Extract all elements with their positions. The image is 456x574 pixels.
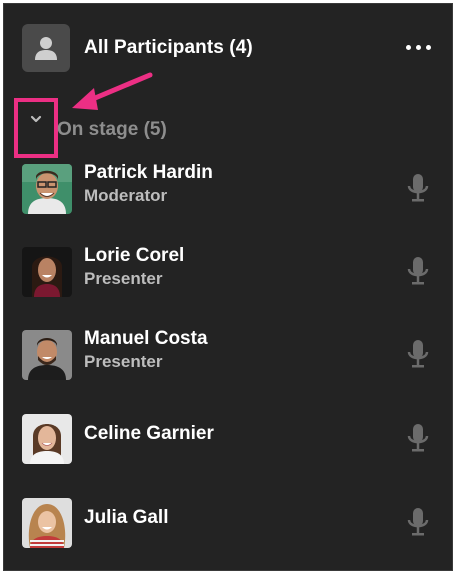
on-stage-section-label: On stage (5) bbox=[57, 119, 167, 140]
avatar bbox=[22, 498, 72, 548]
participants-panel: All Participants (4) On stage (5) Patric… bbox=[3, 3, 453, 571]
participant-row[interactable]: Manuel Costa Presenter bbox=[22, 326, 447, 382]
all-participants-title: All Participants (4) bbox=[84, 37, 253, 58]
microphone-icon[interactable] bbox=[407, 255, 429, 287]
participant-name: Lorie Corel bbox=[84, 245, 185, 266]
annotation-arrow bbox=[72, 72, 153, 110]
avatar bbox=[22, 414, 72, 464]
participant-row[interactable]: Lorie Corel Presenter bbox=[22, 243, 447, 299]
microphone-icon[interactable] bbox=[407, 172, 429, 204]
participant-role: Moderator bbox=[84, 186, 168, 205]
participant-name: Julia Gall bbox=[84, 507, 169, 528]
chevron-down-icon bbox=[30, 115, 42, 123]
microphone-icon[interactable] bbox=[407, 422, 429, 454]
avatar bbox=[22, 247, 72, 297]
avatar bbox=[22, 330, 72, 380]
on-stage-collapse-toggle[interactable] bbox=[14, 98, 58, 158]
avatar bbox=[22, 164, 72, 214]
more-horizontal-icon bbox=[406, 45, 411, 50]
microphone-icon[interactable] bbox=[407, 338, 429, 370]
participants-header: All Participants (4) bbox=[22, 24, 442, 74]
participant-row[interactable]: Celine Garnier bbox=[22, 410, 447, 466]
participant-role: Presenter bbox=[84, 269, 163, 288]
participant-row[interactable]: Patrick Hardin Moderator bbox=[22, 160, 447, 216]
participant-row[interactable]: Julia Gall bbox=[22, 494, 447, 550]
microphone-icon[interactable] bbox=[407, 506, 429, 538]
person-icon bbox=[22, 24, 70, 72]
participant-name: Celine Garnier bbox=[84, 423, 214, 444]
more-options-button[interactable] bbox=[404, 38, 434, 56]
participant-name: Patrick Hardin bbox=[84, 162, 213, 183]
participant-role: Presenter bbox=[84, 352, 163, 371]
participant-name: Manuel Costa bbox=[84, 328, 208, 349]
